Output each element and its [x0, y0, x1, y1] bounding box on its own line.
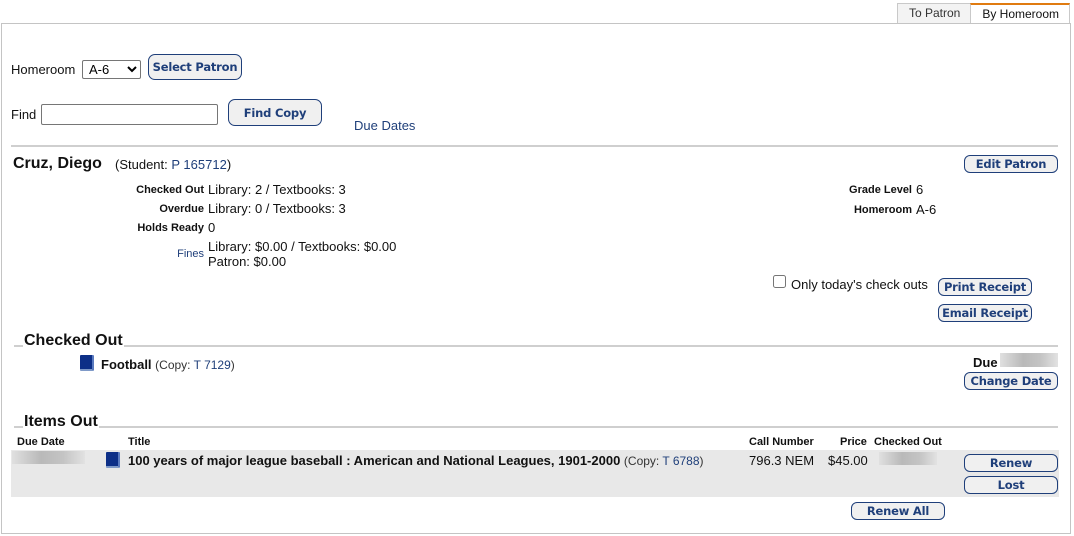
checked-out-item: Football (Copy: T 7129): [101, 357, 235, 372]
change-date-button[interactable]: Change Date: [964, 372, 1058, 390]
row-price: $45.00: [828, 453, 868, 468]
copy-suffix: ): [699, 454, 704, 468]
col-due-date: Due Date: [17, 436, 65, 448]
fines-value-library: Library: $0.00 / Textbooks: $0.00: [208, 239, 397, 254]
fines-value-patron: Patron: $0.00: [208, 254, 287, 269]
checked-out-value: Library: 2 / Textbooks: 3: [208, 182, 346, 197]
view-tabs: To Patron By Homeroom: [896, 3, 1070, 24]
renew-all-button[interactable]: Renew All: [851, 502, 945, 520]
patron-barcode-link[interactable]: P 165712: [171, 157, 226, 172]
checked-out-copy: (Copy: T 7129): [155, 358, 235, 372]
find-input[interactable]: [41, 104, 218, 125]
col-call-number: Call Number: [749, 436, 814, 448]
col-title: Title: [128, 436, 151, 448]
homeroom-info-label: Homeroom: [853, 204, 912, 216]
only-today-label: Only today's check outs: [791, 277, 928, 292]
book-icon: [106, 452, 120, 468]
homeroom-label: Homeroom: [11, 62, 76, 77]
due-dates-link[interactable]: Due Dates: [354, 118, 415, 133]
checked-out-divider: [14, 345, 1058, 347]
col-price: Price: [840, 436, 867, 448]
copy-prefix: (Copy:: [155, 358, 194, 372]
tab-to-patron[interactable]: To Patron: [896, 3, 971, 24]
row-due-date-redacted: [12, 451, 85, 464]
holds-ready-value: 0: [208, 220, 216, 235]
checked-out-label: Checked Out: [136, 184, 204, 196]
items-out-divider: [14, 426, 1058, 428]
checked-out-item-title: Football: [101, 357, 152, 372]
checked-out-section-title: Checked Out: [23, 332, 124, 350]
find-copy-button[interactable]: Find Copy: [228, 99, 322, 126]
patron-name: Cruz, Diego: [13, 155, 102, 172]
items-out-section-title: Items Out: [23, 413, 99, 431]
row-call-number: 796.3 NEM: [749, 453, 815, 468]
due-label: Due: [973, 355, 998, 370]
copy-suffix: ): [230, 358, 235, 372]
copy-id-link[interactable]: T 7129: [194, 358, 231, 372]
row-title: 100 years of major league baseball : Ame…: [128, 453, 704, 468]
renew-button[interactable]: Renew: [964, 454, 1058, 472]
divider: [11, 145, 1058, 147]
homeroom-select[interactable]: A-6: [82, 60, 141, 79]
email-receipt-button[interactable]: Email Receipt: [938, 304, 1032, 322]
book-icon: [80, 355, 94, 371]
row-copy: (Copy: T 6788): [624, 454, 704, 468]
find-label: Find: [11, 107, 37, 122]
col-checked-out: Checked Out: [874, 436, 942, 448]
holds-ready-label: Holds Ready: [137, 222, 204, 234]
tab-by-homeroom[interactable]: By Homeroom: [970, 3, 1070, 24]
only-today-checkbox[interactable]: [773, 275, 786, 288]
patron-type-suffix: ): [226, 157, 232, 172]
overdue-value: Library: 0 / Textbooks: 3: [208, 201, 346, 216]
grade-level-value: 6: [916, 182, 924, 197]
patron-type-prefix: (Student:: [115, 157, 172, 172]
overdue-label: Overdue: [159, 203, 204, 215]
print-receipt-button[interactable]: Print Receipt: [938, 278, 1032, 296]
due-date-redacted: [1000, 353, 1058, 367]
copy-id-link[interactable]: T 6788: [662, 454, 699, 468]
edit-patron-button[interactable]: Edit Patron: [964, 155, 1058, 173]
row-checked-out-redacted: [879, 452, 937, 465]
row-title-text: 100 years of major league baseball : Ame…: [128, 453, 621, 468]
homeroom-info-value: A-6: [916, 202, 937, 217]
copy-prefix: (Copy:: [623, 454, 663, 468]
grade-level-label: Grade Level: [849, 184, 912, 196]
lost-button[interactable]: Lost: [964, 476, 1058, 494]
select-patron-button[interactable]: Select Patron: [148, 54, 242, 80]
fines-link[interactable]: Fines: [100, 248, 204, 260]
patron-type: (Student: P 165712): [115, 157, 231, 172]
